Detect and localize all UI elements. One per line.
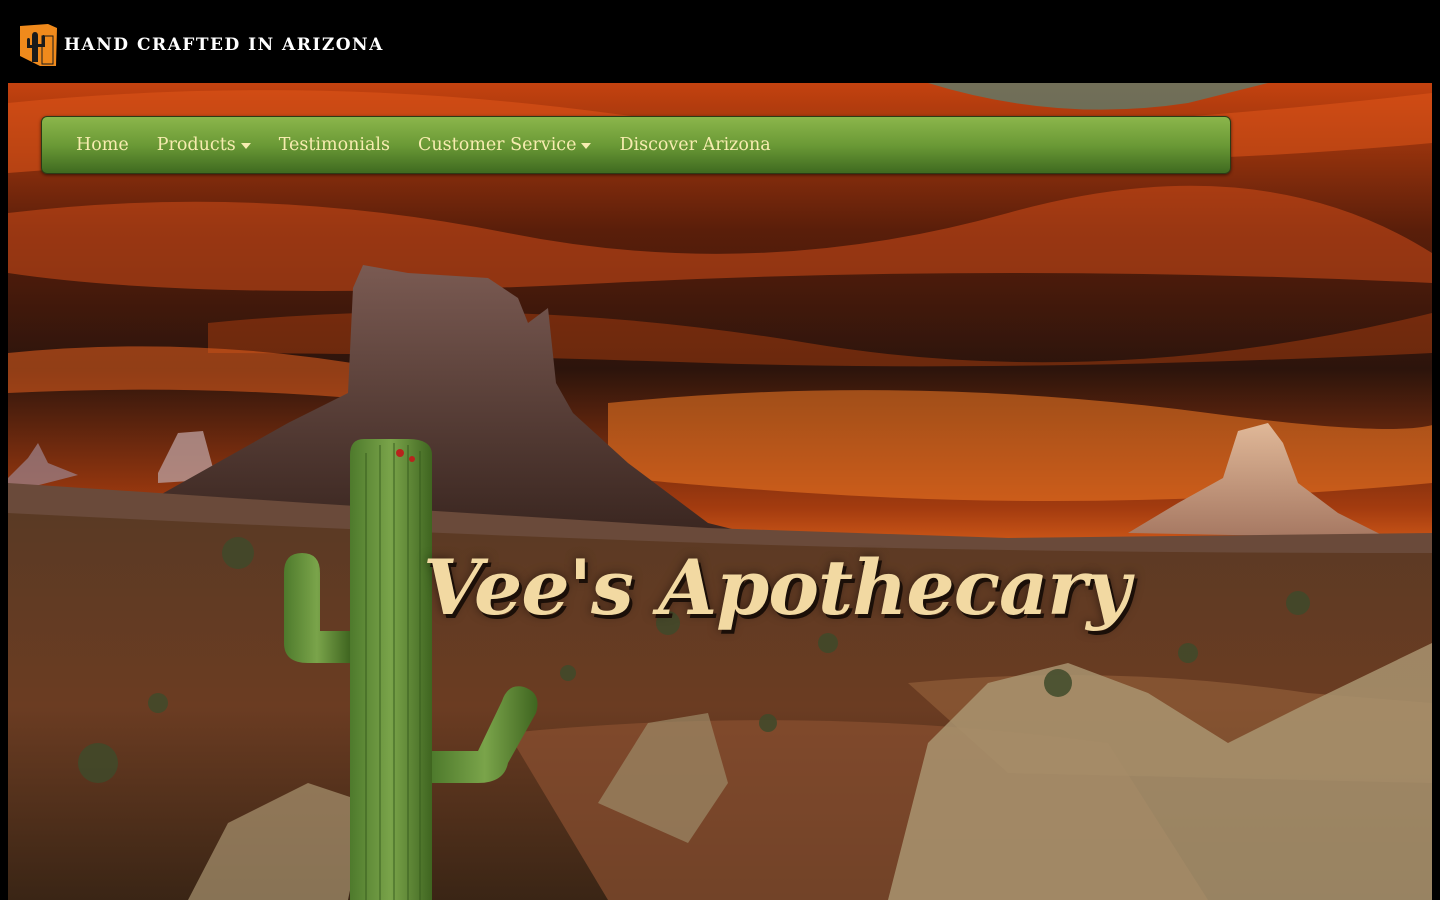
header-tagline: HAND CRAFTED IN ARIZONA [64,35,384,55]
nav-discover-arizona-label: Discover Arizona [619,135,771,155]
nav-home[interactable]: Home [76,135,129,155]
arizona-logo-icon[interactable] [18,22,58,68]
caret-down-icon [581,143,592,149]
caret-down-icon [240,143,251,149]
desert-background-image [8,83,1432,900]
hero-banner: Home Products Testimonials Customer Serv… [8,83,1432,900]
nav-products-label: Products [156,135,236,155]
nav-home-label: Home [76,135,129,155]
main-navigation: Home Products Testimonials Customer Serv… [41,116,1231,174]
nav-customer-service[interactable]: Customer Service [418,135,592,155]
hero-title: Vee's Apothecary [423,543,1130,632]
nav-customer-service-label: Customer Service [418,135,577,155]
nav-products[interactable]: Products [157,135,251,155]
nav-testimonials[interactable]: Testimonials [279,135,390,155]
site-header: HAND CRAFTED IN ARIZONA [0,0,1440,83]
nav-discover-arizona[interactable]: Discover Arizona [619,135,770,155]
nav-testimonials-label: Testimonials [278,135,391,155]
brand[interactable]: HAND CRAFTED IN ARIZONA [18,22,384,68]
